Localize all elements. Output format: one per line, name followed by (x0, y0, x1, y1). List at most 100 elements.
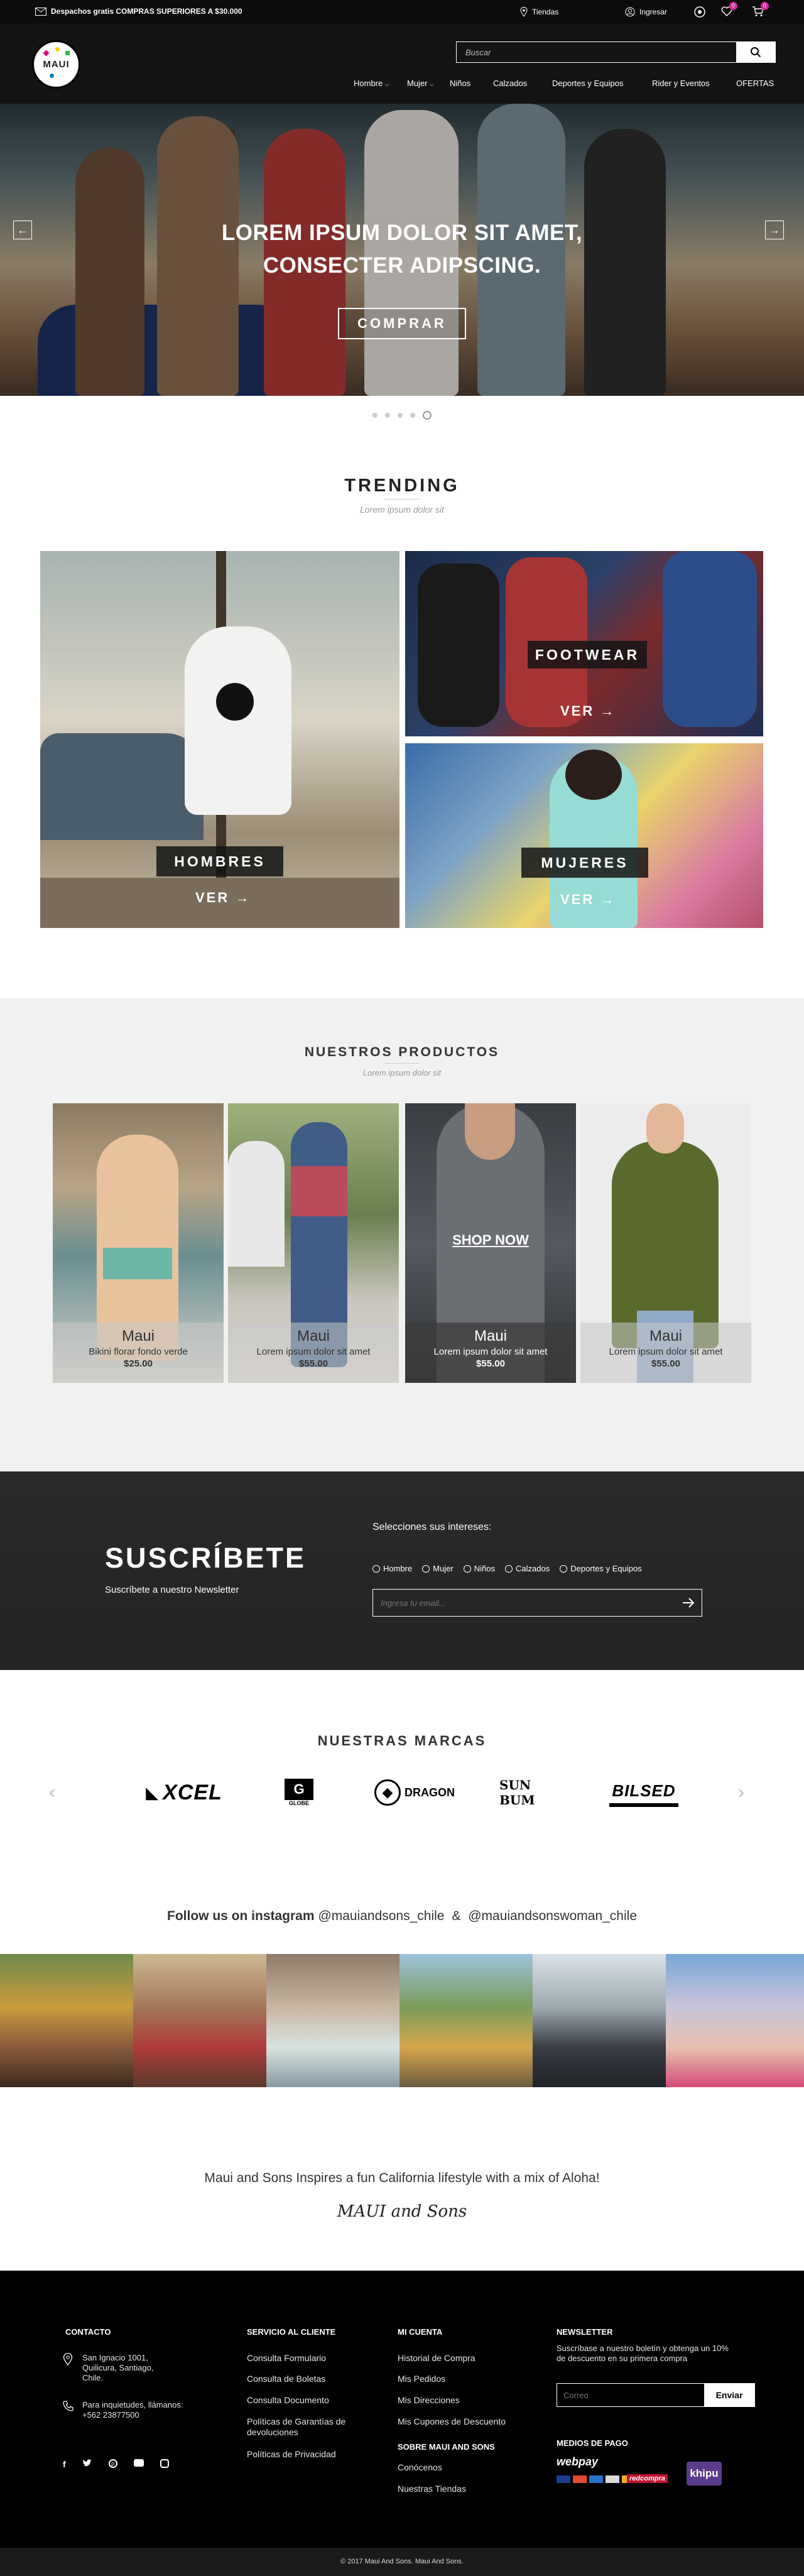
search-bar (456, 41, 776, 63)
radio-button[interactable] (505, 1564, 513, 1573)
instagram-photo[interactable] (533, 1954, 666, 2087)
interest-option-hombre[interactable]: Hombre (372, 1564, 412, 1573)
interest-option-mujer[interactable]: Mujer (422, 1564, 454, 1573)
interest-option-deportes[interactable]: Deportes y Equipos (560, 1564, 642, 1573)
trending-tile-footwear[interactable]: FOOTWEAR VER → (405, 551, 763, 736)
brand-logo-bilsed[interactable]: BILSED (609, 1778, 678, 1807)
nav-item-rider[interactable]: Rider y Eventos (652, 79, 710, 88)
instagram-photo[interactable] (133, 1954, 266, 2087)
nav-item-mujer[interactable]: Mujer ⌵ (407, 79, 434, 88)
product-card[interactable]: Maui Lorem ipsum dolor sit amet $55.00 (228, 1103, 399, 1383)
product-card[interactable]: SHOP NOW Maui Lorem ipsum dolor sit amet… (405, 1103, 576, 1383)
wishlist-button[interactable]: 0 (721, 2, 737, 18)
product-price: $55.00 (299, 1358, 328, 1369)
footer-link[interactable]: Consulta de Boletas (247, 2374, 325, 2384)
globe-icon: G (285, 1779, 313, 1800)
signature-logo: MAUI and Sons (337, 2202, 467, 2221)
product-brand: Maui (296, 1328, 330, 1345)
shop-now-label[interactable]: SHOP NOW (405, 1232, 576, 1248)
trending-tile-hombres[interactable]: HOMBRES VER → (40, 551, 399, 928)
tile-link-footwear[interactable]: VER → (560, 703, 616, 719)
product-card[interactable]: Maui Bikini florar fondo verde $25.00 (53, 1103, 224, 1383)
tile-shoe-1 (418, 564, 499, 727)
instagram-amp: & (452, 1909, 461, 1923)
nav-item-ninos[interactable]: Niños (450, 79, 470, 88)
hero-prev-arrow[interactable]: ← (13, 221, 32, 239)
footer-phone[interactable]: +562 23877500 (82, 2410, 139, 2420)
subscribe-submit-button[interactable] (682, 1596, 695, 1612)
brand-name: BILSED (612, 1781, 676, 1800)
instagram-handle-2[interactable]: @mauiandsonswoman_chile (468, 1909, 637, 1923)
hero-title-line2: CONSECTER ADIPSCING. (263, 253, 541, 278)
product-brand: Maui (474, 1328, 508, 1345)
footer-link[interactable]: Historial de Compra (398, 2353, 475, 2363)
search-input[interactable] (457, 42, 736, 62)
hero-next-arrow[interactable]: → (765, 221, 784, 239)
radio-button[interactable] (372, 1564, 380, 1573)
footer-link[interactable]: Políticas de Privacidad (247, 2449, 336, 2459)
footer-phone-label: Para inquietudes, llámanos: (82, 2400, 183, 2410)
interest-option-ninos[interactable]: Niños (463, 1564, 496, 1573)
slider-dots (372, 411, 432, 420)
footer-link[interactable]: Nuestras Tiendas (398, 2484, 466, 2494)
slider-dot[interactable] (410, 413, 415, 418)
products-divider (384, 1063, 420, 1064)
instagram-photo[interactable] (0, 1954, 133, 2087)
radio-button[interactable] (422, 1564, 430, 1573)
brand-logo-globe[interactable]: G GLOBE (283, 1778, 315, 1807)
footer-send-button[interactable]: Enviar (704, 2384, 754, 2406)
footer-link[interactable]: Mis Pedidos (398, 2374, 445, 2384)
instagram-photo[interactable] (666, 1954, 804, 2087)
product-description: Lorem ipsum dolor sit amet (433, 1346, 548, 1357)
interest-label: Niños (474, 1564, 496, 1573)
radio-button[interactable] (463, 1564, 471, 1573)
footer-link[interactable]: Consulta Documento (247, 2395, 329, 2405)
interest-option-calzados[interactable]: Calzados (505, 1564, 550, 1573)
footer-link[interactable]: Políticas de Garantías de devoluciones (247, 2416, 347, 2438)
tile-link-mujeres[interactable]: VER → (560, 892, 616, 908)
nav-item-ofertas[interactable]: OFERTAS (736, 79, 774, 88)
slider-dot[interactable] (398, 413, 403, 418)
radio-button[interactable] (560, 1564, 568, 1573)
pinterest-icon[interactable]: p (108, 2459, 117, 2468)
nav-item-deportes[interactable]: Deportes y Equipos (552, 79, 623, 88)
slider-dot[interactable] (385, 413, 390, 418)
instagram-photo[interactable] (399, 1954, 533, 2087)
brand-logo-dragon[interactable]: ◆ DRAGON (367, 1778, 462, 1807)
stores-link[interactable]: Tiendas (520, 7, 558, 17)
xcel-icon: ◣ (146, 1782, 160, 1802)
social-links: f p (63, 2459, 169, 2469)
shipping-text: Despachos gratis COMPRAS SUPERIORES A $3… (51, 7, 242, 16)
footer-link[interactable]: Conócenos (398, 2462, 442, 2472)
tile-label-hombres: HOMBRES (156, 846, 283, 876)
brands-next-arrow[interactable]: › (738, 1782, 744, 1803)
slider-dot-active[interactable] (423, 411, 432, 420)
instagram-photo[interactable] (266, 1954, 399, 2087)
youtube-icon[interactable] (133, 2459, 144, 2467)
brand-icon[interactable] (693, 6, 706, 20)
nav-item-calzados[interactable]: Calzados (493, 79, 527, 88)
facebook-icon[interactable]: f (63, 2459, 66, 2469)
product-card[interactable]: Maui Lorem ipsum dolor sit amet $55.00 (580, 1103, 751, 1383)
brand-logo-xcel[interactable]: ◣ XCEL (124, 1778, 244, 1807)
trending-tile-mujeres[interactable]: MUJERES VER → (405, 743, 763, 928)
footer-link[interactable]: Mis Direcciones (398, 2395, 460, 2405)
instagram-icon[interactable] (160, 2459, 169, 2468)
login-link[interactable]: Ingresar (625, 7, 667, 17)
instagram-handle-1[interactable]: @mauiandsons_chile (318, 1909, 444, 1923)
top-bar: Despachos gratis COMPRAS SUPERIORES A $3… (0, 0, 804, 24)
footer-email-input[interactable] (557, 2384, 704, 2406)
brands-prev-arrow[interactable]: ‹ (49, 1782, 55, 1803)
twitter-icon[interactable] (82, 2459, 92, 2468)
nav-item-hombre[interactable]: Hombre ⌵ (354, 79, 389, 88)
cart-button[interactable]: 0 (752, 2, 769, 19)
brand-logo-sunbum[interactable]: SUN BUM (499, 1777, 562, 1808)
footer-link[interactable]: Consulta Formulario (247, 2353, 326, 2363)
search-button[interactable] (736, 42, 775, 62)
tile-link-hombres[interactable]: VER → (195, 890, 251, 906)
slider-dot[interactable] (372, 413, 378, 418)
subscribe-email-input[interactable] (373, 1590, 668, 1616)
comprar-button[interactable]: COMPRAR (338, 308, 466, 339)
shipping-notice: Despachos gratis COMPRAS SUPERIORES A $3… (35, 7, 242, 16)
footer-link[interactable]: Mis Cupones de Descuento (398, 2416, 506, 2426)
